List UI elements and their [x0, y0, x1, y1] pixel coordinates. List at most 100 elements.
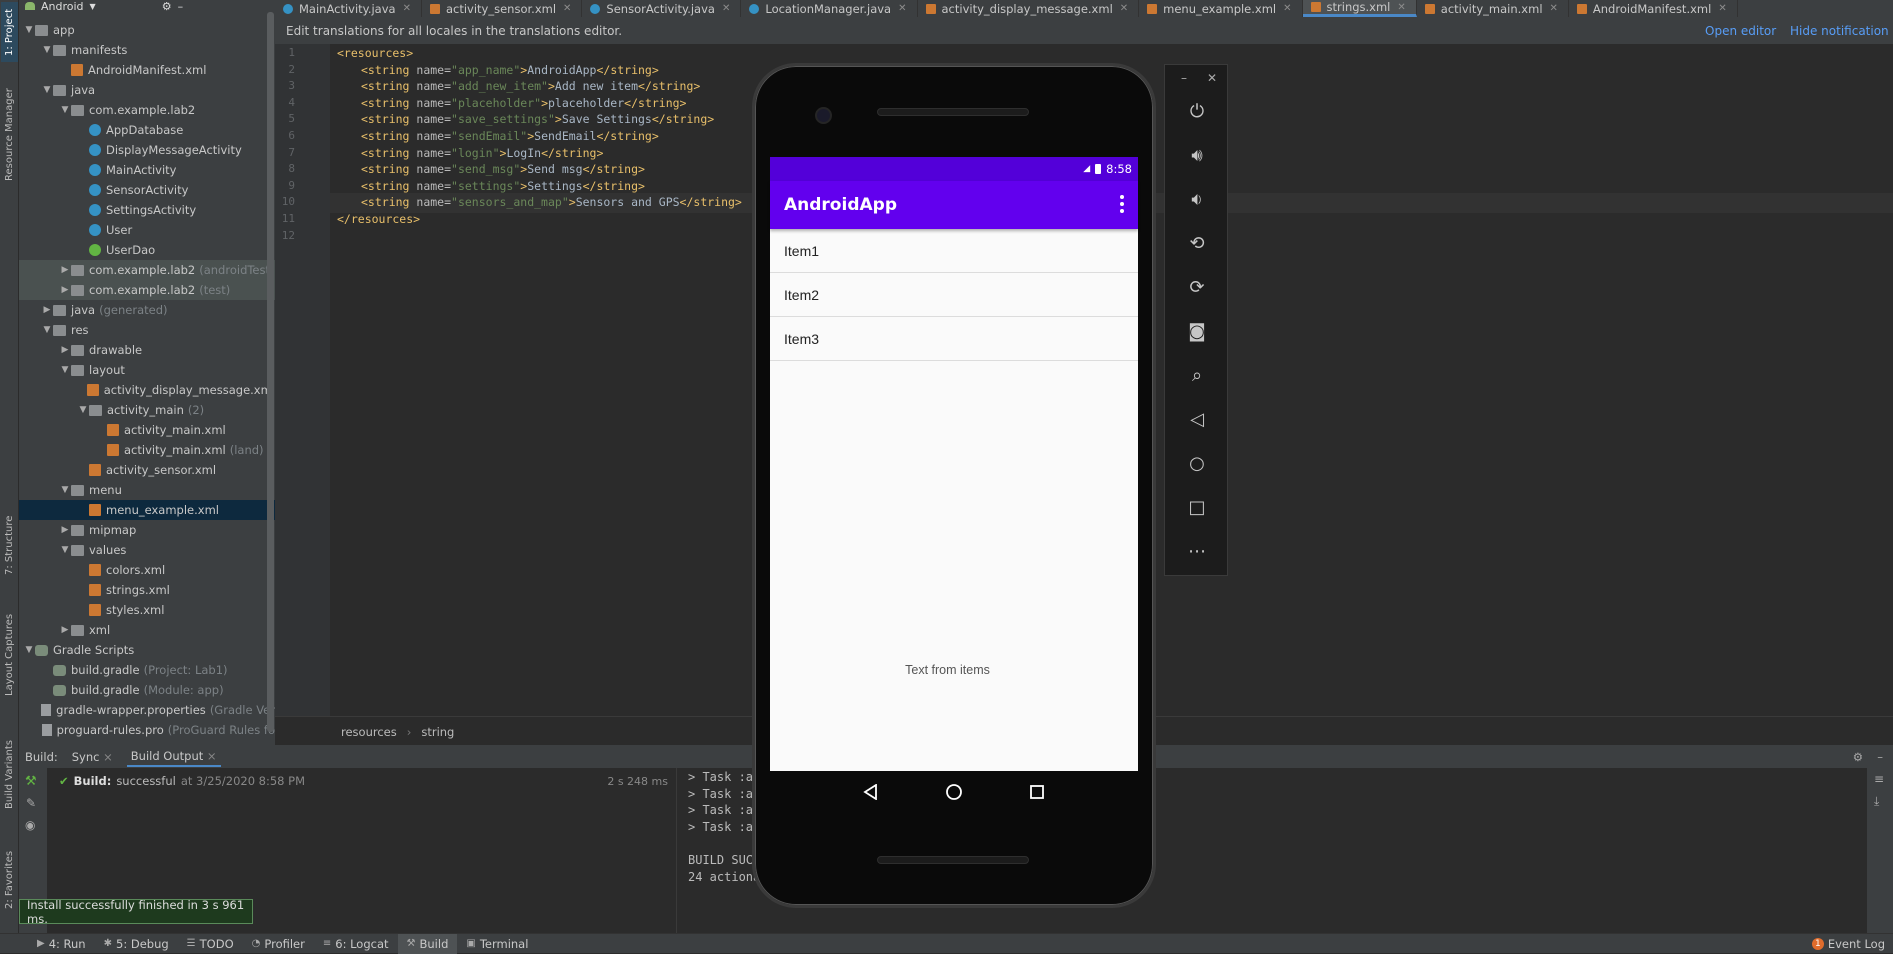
close-icon[interactable]: ✕: [1207, 71, 1217, 85]
tree-item[interactable]: ▼ java: [19, 80, 275, 100]
tool-tab-structure[interactable]: 7: Structure: [1, 505, 18, 585]
home-icon[interactable]: ○: [1165, 441, 1229, 485]
tool-tab-project[interactable]: 1: Project: [1, 2, 18, 62]
tree-item[interactable]: UserDao: [19, 240, 275, 260]
editor-tab[interactable]: MainActivity.java ✕: [275, 0, 422, 17]
chevron-down-icon[interactable]: ▼: [23, 25, 35, 35]
close-icon[interactable]: ✕: [563, 3, 571, 14]
tree-item[interactable]: proguard-rules.pro (ProGuard Rules fo: [19, 720, 275, 740]
editor-tab[interactable]: activity_display_message.xml ✕: [918, 0, 1140, 17]
editor-tab[interactable]: menu_example.xml ✕: [1139, 0, 1303, 17]
tree-item[interactable]: activity_display_message.xml: [19, 380, 275, 400]
chevron-down-icon[interactable]: ▼: [59, 485, 71, 495]
minimize-icon[interactable]: –: [1181, 71, 1187, 85]
gear-icon[interactable]: ⚙: [162, 0, 172, 12]
tool-window-button[interactable]: ≡ 6: Logcat: [314, 934, 398, 954]
breadcrumb-item[interactable]: string: [421, 725, 454, 739]
tool-tab-resource-manager[interactable]: Resource Manager: [1, 80, 18, 190]
tree-item[interactable]: User: [19, 220, 275, 240]
tree-item[interactable]: build.gradle (Project: Lab1): [19, 660, 275, 680]
chevron-down-icon[interactable]: ▼: [59, 545, 71, 555]
zoom-icon[interactable]: ⌕: [1165, 353, 1229, 397]
chevron-down-icon[interactable]: ▼: [41, 85, 53, 95]
tree-item[interactable]: ▼ menu: [19, 480, 275, 500]
chevron-down-icon[interactable]: ▼: [59, 365, 71, 375]
soft-wrap-icon[interactable]: ≡: [1874, 772, 1884, 786]
hammer-icon[interactable]: ⚒: [25, 774, 37, 789]
minimize-icon[interactable]: –: [1877, 750, 1883, 764]
tree-item[interactable]: MainActivity: [19, 160, 275, 180]
tool-window-button[interactable]: ⚒ Build: [397, 933, 458, 954]
event-log-button[interactable]: 1 Event Log: [1811, 934, 1885, 954]
editor-tab[interactable]: LocationManager.java ✕: [741, 0, 918, 17]
tree-item[interactable]: activity_main.xml: [19, 420, 275, 440]
project-scrollbar[interactable]: [267, 12, 274, 732]
tree-item[interactable]: ▼ app: [19, 20, 275, 40]
chevron-down-icon[interactable]: ▼: [23, 645, 35, 655]
volume-down-icon[interactable]: 🔉︎: [1165, 177, 1229, 221]
tree-item[interactable]: ▼ Gradle Scripts: [19, 640, 275, 660]
tree-item[interactable]: strings.xml: [19, 580, 275, 600]
tree-item[interactable]: ▼ layout: [19, 360, 275, 380]
list-item[interactable]: Item2: [770, 273, 1138, 317]
tree-item[interactable]: activity_sensor.xml: [19, 460, 275, 480]
power-icon[interactable]: ⏻: [1165, 89, 1229, 133]
close-icon[interactable]: ✕: [1718, 3, 1726, 14]
hide-notification-link[interactable]: Hide notification: [1790, 24, 1889, 38]
tree-item[interactable]: AndroidManifest.xml: [19, 60, 275, 80]
close-icon[interactable]: ✕: [1283, 3, 1291, 14]
back-icon[interactable]: ◁: [1165, 397, 1229, 441]
tool-tab-favorites[interactable]: 2: Favorites: [1, 840, 18, 920]
tree-item[interactable]: DisplayMessageActivity: [19, 140, 275, 160]
volume-up-icon[interactable]: 🔊︎: [1165, 133, 1229, 177]
tool-tab-layout-captures[interactable]: Layout Captures: [1, 605, 18, 705]
chevron-down-icon[interactable]: ▼: [41, 45, 53, 55]
more-icon[interactable]: ⋯: [1165, 529, 1229, 573]
chevron-down-icon[interactable]: ▼: [59, 105, 71, 115]
chevron-right-icon[interactable]: ▶: [59, 525, 71, 535]
back-icon[interactable]: [862, 783, 880, 801]
tool-window-button[interactable]: ☰ TODO: [178, 934, 243, 954]
tool-tab-build-variants[interactable]: Build Variants: [1, 730, 18, 820]
tree-item[interactable]: menu_example.xml: [19, 500, 275, 520]
chevron-right-icon[interactable]: ▶: [41, 305, 53, 315]
tree-item[interactable]: colors.xml: [19, 560, 275, 580]
tree-item[interactable]: ▼ res: [19, 320, 275, 340]
tree-item[interactable]: ▶ mipmap: [19, 520, 275, 540]
list-item[interactable]: Item1: [770, 229, 1138, 273]
editor-tab[interactable]: SensorActivity.java ✕: [582, 0, 742, 17]
tool-window-button[interactable]: ▣ Terminal: [457, 934, 537, 954]
chevron-right-icon[interactable]: ▶: [59, 285, 71, 295]
breadcrumb-item[interactable]: resources: [341, 725, 397, 739]
close-icon[interactable]: ✕: [1550, 3, 1558, 14]
home-icon[interactable]: [945, 783, 963, 801]
emulator-screen[interactable]: ◢ 8:58 AndroidApp Item1 Item2 Item3 Text…: [770, 157, 1138, 771]
gear-icon[interactable]: ⚙: [1853, 750, 1863, 764]
chevron-down-icon[interactable]: ▼: [77, 405, 89, 415]
editor-tab[interactable]: activity_sensor.xml ✕: [422, 0, 583, 17]
tab-build-output[interactable]: Build Output ×: [126, 747, 221, 767]
overflow-menu-icon[interactable]: [1120, 195, 1124, 213]
tree-item[interactable]: SensorActivity: [19, 180, 275, 200]
tree-item[interactable]: ▶ com.example.lab2 (test): [19, 280, 275, 300]
tree-item[interactable]: ▶ com.example.lab2 (androidTest): [19, 260, 275, 280]
scroll-end-icon[interactable]: ⤓: [1874, 794, 1879, 809]
tree-item[interactable]: ▼ activity_main (2): [19, 400, 275, 420]
tree-item[interactable]: SettingsActivity: [19, 200, 275, 220]
close-icon[interactable]: ✕: [1120, 3, 1128, 14]
chevron-down-icon[interactable]: ▼: [90, 2, 96, 11]
tree-item[interactable]: ▶ java (generated): [19, 300, 275, 320]
open-editor-link[interactable]: Open editor: [1705, 24, 1776, 38]
tree-item[interactable]: build.gradle (Module: app): [19, 680, 275, 700]
tree-item[interactable]: ▼ values: [19, 540, 275, 560]
editor-tab[interactable]: AndroidManifest.xml ✕: [1569, 0, 1738, 17]
tree-item[interactable]: ▼ manifests: [19, 40, 275, 60]
rotate-left-icon[interactable]: ⟲: [1165, 221, 1229, 265]
build-result-row[interactable]: ✔ Build: successful at 3/25/2020 8:58 PM: [59, 774, 305, 788]
rotate-right-icon[interactable]: ⟳: [1165, 265, 1229, 309]
editor-tab[interactable]: activity_main.xml ✕: [1417, 0, 1569, 17]
chevron-down-icon[interactable]: ▼: [41, 325, 53, 335]
close-icon[interactable]: ✕: [1397, 2, 1405, 13]
camera-icon[interactable]: ◙: [1165, 309, 1229, 353]
tool-window-button[interactable]: ◔ Profiler: [243, 934, 314, 954]
